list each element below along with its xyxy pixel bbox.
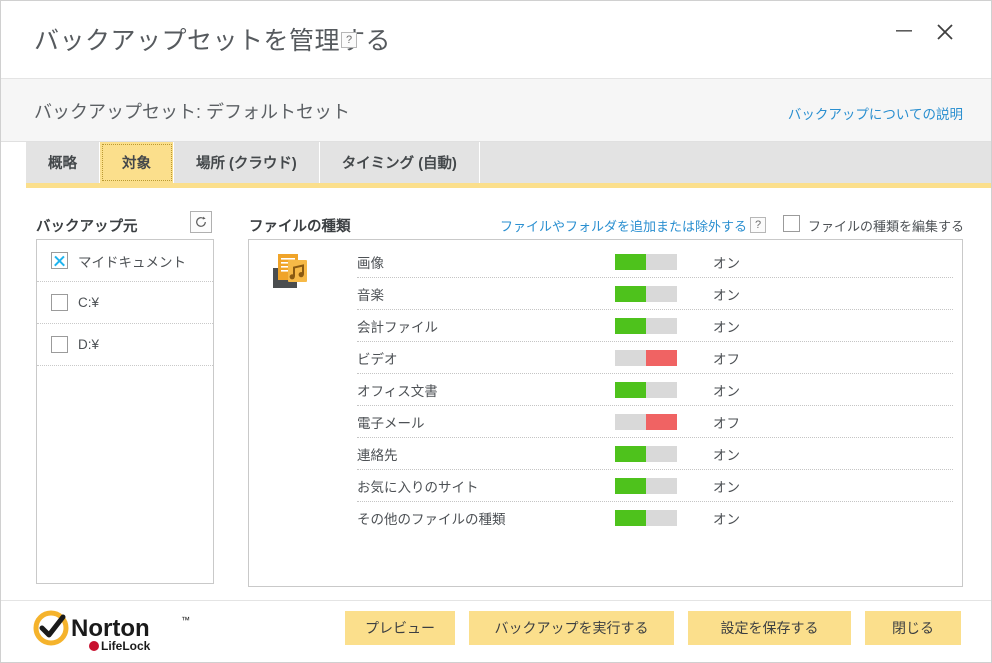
checkbox-c-drive[interactable] bbox=[51, 294, 68, 311]
file-type-state: オン bbox=[713, 383, 740, 399]
file-type-row: その他のファイルの種類 オン bbox=[357, 502, 953, 534]
file-type-row: ビデオ オフ bbox=[357, 342, 953, 374]
file-type-toggle[interactable] bbox=[615, 317, 677, 334]
file-type-row: 会計ファイル オン bbox=[357, 310, 953, 342]
file-type-state: オン bbox=[713, 319, 740, 335]
toggle-knob bbox=[615, 317, 646, 334]
toggle-knob bbox=[615, 381, 646, 398]
tab-timing[interactable]: タイミング (自動) bbox=[320, 142, 480, 183]
file-type-state: オン bbox=[713, 447, 740, 463]
file-type-state: オフ bbox=[713, 351, 740, 367]
file-type-rows: 画像 オン 音楽 オン 会計ファイル オン ビデオ オフ オフィス文書 オン 電… bbox=[357, 246, 953, 534]
title-help-icon[interactable]: ? bbox=[341, 32, 357, 48]
close-dialog-button[interactable]: 閉じる bbox=[865, 611, 961, 645]
backup-help-link[interactable]: バックアップについての説明 bbox=[788, 103, 963, 123]
svg-text:LifeLock: LifeLock bbox=[101, 639, 151, 653]
edit-filetypes-label: ファイルの種類を編集する bbox=[808, 219, 965, 234]
footer-bar: Norton ™ LifeLock プレビュー バックアップを実行する 設定を保… bbox=[1, 600, 991, 662]
tab-bar-filler bbox=[480, 142, 991, 183]
minimize-icon bbox=[896, 30, 912, 32]
close-icon bbox=[937, 24, 953, 40]
file-type-row: お気に入りのサイト オン bbox=[357, 470, 953, 502]
toggle-knob bbox=[615, 285, 646, 302]
file-type-toggle[interactable] bbox=[615, 381, 677, 398]
save-settings-button[interactable]: 設定を保存する bbox=[688, 611, 851, 645]
file-type-row: 電子メール オフ bbox=[357, 406, 953, 438]
svg-text:™: ™ bbox=[181, 615, 190, 625]
toggle-knob bbox=[646, 413, 677, 430]
edit-filetypes-checkbox[interactable] bbox=[783, 215, 800, 232]
file-type-name: 音楽 bbox=[357, 287, 384, 303]
file-type-name: 連絡先 bbox=[357, 447, 398, 463]
sub-header: バックアップセット: デフォルトセット バックアップについての説明 bbox=[1, 79, 991, 142]
file-type-toggle[interactable] bbox=[615, 413, 677, 430]
file-type-name: お気に入りのサイト bbox=[357, 479, 479, 495]
source-item-my-documents[interactable]: マイドキュメント bbox=[37, 240, 213, 282]
file-type-name: その他のファイルの種類 bbox=[357, 512, 506, 527]
tab-target[interactable]: 対象 bbox=[100, 142, 174, 183]
page-title: バックアップセットを管理する bbox=[34, 27, 392, 55]
file-type-state: オン bbox=[713, 287, 740, 303]
refresh-icon bbox=[196, 216, 206, 227]
toggle-knob bbox=[615, 253, 646, 270]
toggle-knob bbox=[615, 477, 646, 494]
run-backup-button[interactable]: バックアップを実行する bbox=[469, 611, 674, 645]
file-type-state: オン bbox=[713, 255, 740, 271]
refresh-button[interactable] bbox=[190, 211, 212, 233]
file-type-toggle[interactable] bbox=[615, 510, 677, 526]
source-panel-title: バックアップ元 bbox=[36, 219, 138, 235]
file-type-toggle[interactable] bbox=[615, 477, 677, 494]
preview-button[interactable]: プレビュー bbox=[345, 611, 455, 645]
manage-backup-set-window: バックアップセットを管理する ? バックアップセット: デフォルトセット バック… bbox=[0, 0, 992, 663]
tab-overview[interactable]: 概略 bbox=[26, 142, 100, 183]
source-item-label: D:¥ bbox=[78, 337, 100, 352]
toggle-knob bbox=[615, 510, 646, 526]
add-exclude-files-link[interactable]: ファイルやフォルダを追加または除外する bbox=[500, 216, 747, 235]
tab-bar: 概略 対象 場所 (クラウド) タイミング (自動) bbox=[26, 142, 991, 188]
norton-lifelock-logo: Norton ™ LifeLock bbox=[31, 610, 196, 654]
file-type-toggle[interactable] bbox=[615, 285, 677, 302]
file-type-state: オフ bbox=[713, 415, 740, 431]
file-type-name: 電子メール bbox=[357, 415, 425, 431]
file-types-panel: 画像 オン 音楽 オン 会計ファイル オン ビデオ オフ オフィス文書 オン 電… bbox=[248, 239, 963, 587]
backup-source-list: マイドキュメント C:¥ D:¥ bbox=[36, 239, 214, 584]
source-item-c-drive[interactable]: C:¥ bbox=[37, 282, 213, 324]
checkbox-d-drive[interactable] bbox=[51, 336, 68, 353]
source-item-d-drive[interactable]: D:¥ bbox=[37, 324, 213, 366]
source-item-label: C:¥ bbox=[78, 295, 100, 310]
backup-set-name: バックアップセット: デフォルトセット bbox=[34, 102, 351, 122]
tab-location[interactable]: 場所 (クラウド) bbox=[174, 142, 320, 183]
toggle-knob bbox=[615, 445, 646, 462]
file-type-state: オン bbox=[713, 512, 740, 527]
svg-text:Norton: Norton bbox=[71, 615, 150, 642]
source-item-label: マイドキュメント bbox=[78, 254, 186, 270]
minimize-button[interactable] bbox=[887, 15, 921, 47]
file-type-toggle[interactable] bbox=[615, 445, 677, 462]
file-type-name: ビデオ bbox=[357, 351, 398, 367]
file-type-name: オフィス文書 bbox=[357, 383, 438, 399]
close-button[interactable] bbox=[928, 15, 962, 47]
file-type-name: 画像 bbox=[357, 255, 384, 271]
main-content: バックアップ元 マイドキュメント C:¥ D:¥ ファイルの種類 ファイルやフォ bbox=[1, 188, 991, 600]
toggle-knob bbox=[646, 349, 677, 366]
file-type-toggle[interactable] bbox=[615, 253, 677, 270]
file-type-row: 音楽 オン bbox=[357, 278, 953, 310]
file-type-state: オン bbox=[713, 479, 740, 495]
file-type-row: 連絡先 オン bbox=[357, 438, 953, 470]
checkbox-my-documents[interactable] bbox=[51, 252, 68, 269]
filetypes-panel-title: ファイルの種類 bbox=[249, 219, 351, 235]
documents-music-icon bbox=[270, 251, 314, 295]
file-type-row: 画像 オン bbox=[357, 246, 953, 278]
title-bar: バックアップセットを管理する ? bbox=[1, 1, 991, 79]
file-type-row: オフィス文書 オン bbox=[357, 374, 953, 406]
file-type-name: 会計ファイル bbox=[357, 319, 438, 335]
filetypes-help-icon[interactable]: ? bbox=[750, 217, 766, 233]
file-type-toggle[interactable] bbox=[615, 349, 677, 366]
